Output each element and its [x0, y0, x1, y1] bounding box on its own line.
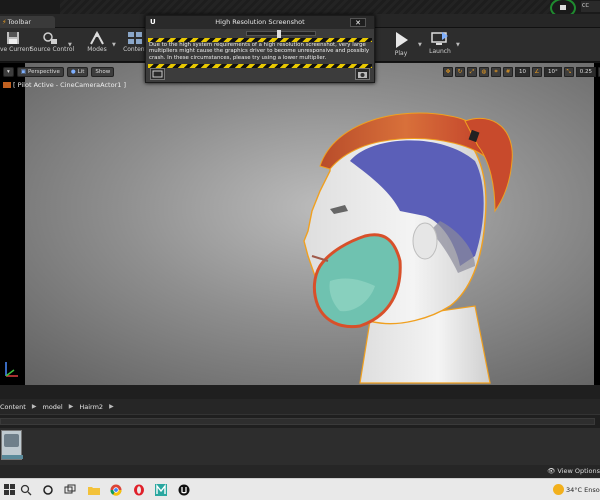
source-control-dropdown-arrow[interactable]: ▼ [68, 42, 72, 48]
capture-region-button[interactable] [150, 68, 165, 80]
scale-icon[interactable]: ⤢ [467, 67, 477, 77]
breadcrumb: Content ▶ model ▶ Hairm2 ▶ [0, 399, 600, 414]
source-control-label: Source Control [30, 46, 75, 53]
modes-dropdown-arrow[interactable]: ▼ [112, 42, 116, 48]
viewport-options-button[interactable]: ▾ [3, 67, 14, 77]
viewport-left-letterbox [0, 63, 25, 385]
perspective-icon: ▣ [20, 69, 26, 75]
modes-icon [90, 31, 104, 45]
axis-gizmo-icon [5, 362, 18, 377]
region-icon [152, 70, 163, 78]
viewport-toolbar-right: ✥ ↻ ⤢ ◍ ⌗ # 10 ∠ 10° ⤡ 0.25 ⛶ [443, 67, 600, 78]
lit-button[interactable]: ● Lit [66, 67, 89, 77]
dialog-title: High Resolution Screenshot [215, 18, 305, 26]
title-bar-pattern [60, 0, 550, 14]
top-right-box[interactable]: CC [581, 1, 600, 12]
launch-dropdown-arrow[interactable]: ▼ [456, 42, 460, 48]
scale-snap-icon[interactable]: ⤡ [563, 67, 574, 77]
grid-snap-icon[interactable]: # [503, 67, 513, 77]
window-title-bar [0, 0, 600, 14]
dialog-close-button[interactable]: ✕ [350, 18, 366, 27]
breadcrumb-separator-icon: ▶ [31, 403, 37, 410]
viewport-toolbar-left: ▾ ▣ Perspective ● Lit Show [3, 67, 115, 78]
play-label: Play [394, 50, 408, 57]
modes-label: Modes [87, 46, 107, 53]
high-resolution-screenshot-dialog: U High Resolution Screenshot ✕ Due to th… [145, 15, 375, 83]
asset-type-bar [2, 455, 23, 459]
windows-start-icon[interactable] [4, 484, 16, 496]
save-current-label: ve Current [0, 46, 32, 53]
search-icon[interactable] [20, 484, 32, 496]
dialog-warning-message: Due to the high system requirements of a… [149, 42, 370, 61]
weather-icon[interactable] [553, 484, 564, 495]
save-icon [7, 32, 19, 44]
dialog-title-bar[interactable]: U High Resolution Screenshot [146, 16, 374, 29]
save-current-button[interactable]: ve Current [0, 31, 32, 61]
view-options-label: View Options [557, 467, 600, 475]
camera-icon [358, 72, 367, 78]
level-viewport[interactable]: ▾ ▣ Perspective ● Lit Show ✥ ↻ ⤢ ◍ ⌗ # 10 … [0, 63, 600, 385]
perspective-label: Perspective [27, 69, 60, 75]
warning-stripe-bottom [148, 64, 372, 68]
tab-toolbar-label: Toolbar [7, 18, 31, 26]
breadcrumb-model[interactable]: model [42, 403, 62, 411]
source-control-button[interactable]: Source Control [30, 31, 75, 61]
unreal-engine-taskbar-icon[interactable] [178, 484, 190, 496]
launch-icon [431, 32, 448, 45]
breadcrumb-hairm2[interactable]: Hairm2 [79, 403, 103, 411]
rotation-snap-icon[interactable]: ∠ [532, 67, 542, 77]
app-m-icon[interactable] [155, 484, 167, 496]
show-label: Show [95, 69, 111, 75]
perspective-button[interactable]: ▣ Perspective [16, 67, 64, 77]
surface-snap-icon[interactable]: ⌗ [491, 67, 501, 77]
grid-size-value[interactable]: 10 [515, 67, 530, 77]
launch-button[interactable]: Launch [428, 31, 452, 61]
launch-label: Launch [429, 48, 451, 55]
character-head-render [303, 112, 513, 384]
play-icon [396, 32, 408, 48]
content-icon [128, 32, 142, 44]
show-button[interactable]: Show [91, 67, 115, 77]
asset-thumbnail[interactable] [1, 430, 23, 460]
asset-grid [0, 428, 600, 465]
view-options-button[interactable]: 👁 View Options [547, 467, 600, 475]
rotate-icon[interactable]: ↻ [455, 67, 465, 77]
modes-button[interactable]: Modes [84, 31, 110, 61]
flag-icon [560, 5, 566, 10]
opera-icon[interactable] [133, 484, 145, 496]
pilot-active-label: [ Pilot Active - CineCameraActor1 ] [3, 81, 126, 89]
weather-temperature[interactable]: 34°C Ensol [566, 486, 600, 494]
play-button[interactable]: Play [388, 31, 414, 61]
viewport-right-letterbox [594, 63, 600, 385]
task-view-icon[interactable] [64, 484, 76, 496]
world-local-icon[interactable]: ◍ [479, 67, 489, 77]
content-browser-status-bar: 👁 View Options [0, 465, 600, 478]
content-browser-header [0, 385, 600, 399]
breadcrumb-separator-icon: ▶ [109, 403, 114, 410]
capture-screenshot-button[interactable] [355, 68, 370, 80]
slider-handle[interactable] [277, 30, 281, 38]
search-assets-input[interactable] [0, 418, 595, 425]
play-dropdown-arrow[interactable]: ▼ [418, 42, 422, 48]
tab-toolbar[interactable]: ⚡Toolbar [0, 16, 55, 28]
breadcrumb-content[interactable]: Content [0, 403, 26, 411]
rotation-snap-value[interactable]: 10° [544, 67, 562, 77]
file-explorer-icon[interactable] [88, 484, 100, 496]
content-browser-filter-bar [0, 414, 600, 428]
eye-icon: 👁 [547, 467, 558, 475]
breadcrumb-separator-icon: ▶ [68, 403, 74, 410]
pilot-active-text: [ Pilot Active - CineCameraActor1 ] [13, 81, 126, 89]
lit-label: Lit [77, 69, 85, 75]
scale-snap-value[interactable]: 0.25 [575, 67, 596, 77]
source-control-icon [43, 32, 57, 44]
asset-preview [4, 434, 19, 447]
cortana-icon[interactable] [42, 484, 54, 496]
multiplier-slider[interactable] [246, 30, 316, 38]
toolbar-tab-icon: ⚡ [2, 18, 7, 26]
windows-taskbar: 34°C Ensol [0, 478, 600, 500]
chrome-icon[interactable] [110, 484, 122, 496]
lit-icon: ● [70, 69, 76, 75]
translate-icon[interactable]: ✥ [443, 67, 453, 77]
camera-icon [3, 82, 11, 88]
